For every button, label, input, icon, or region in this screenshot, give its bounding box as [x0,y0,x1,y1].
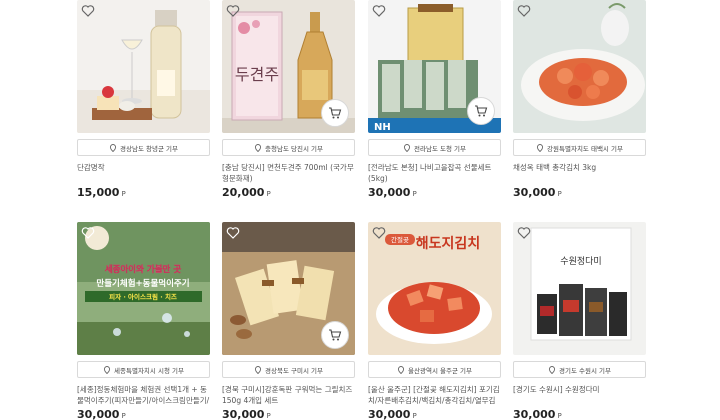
product-card[interactable]: 경상북도 구미시 기부 [경북 구미시]강훈독판 구워먹는 그릴치즈 150g … [222,222,355,420]
product-card[interactable]: 강원특별자치도 태백시 기부 채성옥 태백 총각김치 3kg 30,000 P [513,0,646,199]
heart-icon[interactable] [372,4,386,18]
pin-icon [548,365,556,374]
product-price: 30,000 P [222,408,271,420]
pin-icon [254,143,262,152]
bottle-label-text: 두견주 [235,65,279,84]
region-label: 전라남도 도청 기부 [414,144,466,153]
product-price: 15,000 P [77,186,126,199]
product-card[interactable]: 수원정다미 경기도 수원시 기부 [경기도 수원시] 수원정다미 30,000 P [513,222,646,420]
product-name[interactable]: [경북 구미시]강훈독판 구워먹는 그릴치즈 150g 4개입 세트 [222,384,355,406]
pin-icon [403,143,411,152]
heart-icon[interactable] [81,226,95,240]
product-image[interactable]: 간절곶 간절곶 해도지김치 [368,222,501,355]
heart-icon[interactable] [517,4,531,18]
product-price: 30,000 P [77,408,126,420]
product-image[interactable]: NH [368,0,501,133]
region-tag[interactable]: 세종특별자치시 시청 기부 [77,361,210,378]
add-to-cart-button[interactable] [467,97,495,125]
product-name[interactable]: [세종]정동체험마을 체험권 선택1개 + 동물먹이주기(피자만들기/아이스크림… [77,384,210,406]
region-tag[interactable]: 경기도 수원시 기부 [513,361,646,378]
pin-icon [109,143,117,152]
add-to-cart-button[interactable] [321,321,349,349]
product-image[interactable] [513,0,646,133]
product-name[interactable]: [울산 울주군] [간절곶 해도지김치] 포기김치/자른배추김치/백김치/총각김… [368,384,501,406]
product-price: 20,000 P [222,186,271,199]
banner-line-1: 세종아이와 가볼만 곳 [105,264,181,275]
brand-logo-text: NH [374,122,391,133]
region-label: 경상북도 구미시 기부 [265,366,323,375]
add-to-cart-button[interactable] [321,99,349,127]
region-label: 경기도 수원시 기부 [559,366,611,375]
heart-icon[interactable] [226,4,240,18]
product-price: 30,000 P [368,408,417,420]
region-label: 강원특별자치도 태백시 기부 [547,144,623,153]
product-card[interactable]: 간절곶 간절곶 해도지김치 울산광역시 울주군 기부 [울산 울주군] [간절곶… [368,222,501,420]
package-title-text: 수원정다미 [560,256,601,267]
region-label: 충청남도 당진시 기부 [265,144,323,153]
product-price: 30,000 P [513,186,562,199]
pin-icon [536,143,544,152]
region-tag[interactable]: 충청남도 당진시 기부 [222,139,355,156]
region-tag[interactable]: 전라남도 도청 기부 [368,139,501,156]
product-card[interactable]: 두견주 충청남도 당진시 기부 [충남 당진시] 면천두견주 700ml (국가… [222,0,355,199]
product-image[interactable]: 수원정다미 [513,222,646,355]
heart-icon[interactable] [226,226,240,240]
region-tag[interactable]: 울산광역시 울주군 기부 [368,361,501,378]
banner-line-2: 만들기체험+동물먹이주기 [96,278,189,289]
product-card[interactable]: 세종아이와 가볼만 곳 만들기체험+동물먹이주기 피자 · 아이스크림 · 치즈… [77,222,210,420]
brand-title-text: 해도지김치 [416,235,480,252]
heart-icon[interactable] [81,4,95,18]
cart-icon [329,329,342,341]
region-tag[interactable]: 경상남도 창녕군 기부 [77,139,210,156]
region-label: 경상남도 창녕군 기부 [120,144,178,153]
pin-icon [103,365,111,374]
product-name[interactable]: [경기도 수원시] 수원정다미 [513,384,646,406]
region-tag[interactable]: 강원특별자치도 태백시 기부 [513,139,646,156]
region-label: 울산광역시 울주군 기부 [408,366,472,375]
cart-icon [475,105,488,117]
pin-icon [254,365,262,374]
product-image[interactable] [222,222,355,355]
product-name[interactable]: [전라남도 본청] 나비고을잡곡 선물세트(5kg) [368,162,501,184]
pin-icon [397,365,405,374]
cart-icon [329,107,342,119]
product-card[interactable]: NH 전라남도 도청 기부 [전라남도 본청] 나비고을잡곡 선물세트(5kg)… [368,0,501,199]
brand-tag-label: 간절곶 [391,235,409,244]
region-tag[interactable]: 경상북도 구미시 기부 [222,361,355,378]
product-card[interactable]: 경상남도 창녕군 기부 단감명작 15,000 P [77,0,210,199]
heart-icon[interactable] [372,226,386,240]
heart-icon[interactable] [517,226,531,240]
product-image[interactable]: 세종아이와 가볼만 곳 만들기체험+동물먹이주기 피자 · 아이스크림 · 치즈 [77,222,210,355]
product-name[interactable]: 단감명작 [77,162,210,184]
product-price: 30,000 P [368,186,417,199]
banner-line-3: 피자 · 아이스크림 · 치즈 [109,292,177,301]
product-image[interactable] [77,0,210,133]
product-image[interactable]: 두견주 [222,0,355,133]
region-label: 세종특별자치시 시청 기부 [114,366,184,375]
product-name[interactable]: 채성옥 태백 총각김치 3kg [513,162,646,184]
product-price: 30,000 P [513,408,562,420]
product-name[interactable]: [충남 당진시] 면천두견주 700ml (국가무형문화재) [222,162,355,184]
